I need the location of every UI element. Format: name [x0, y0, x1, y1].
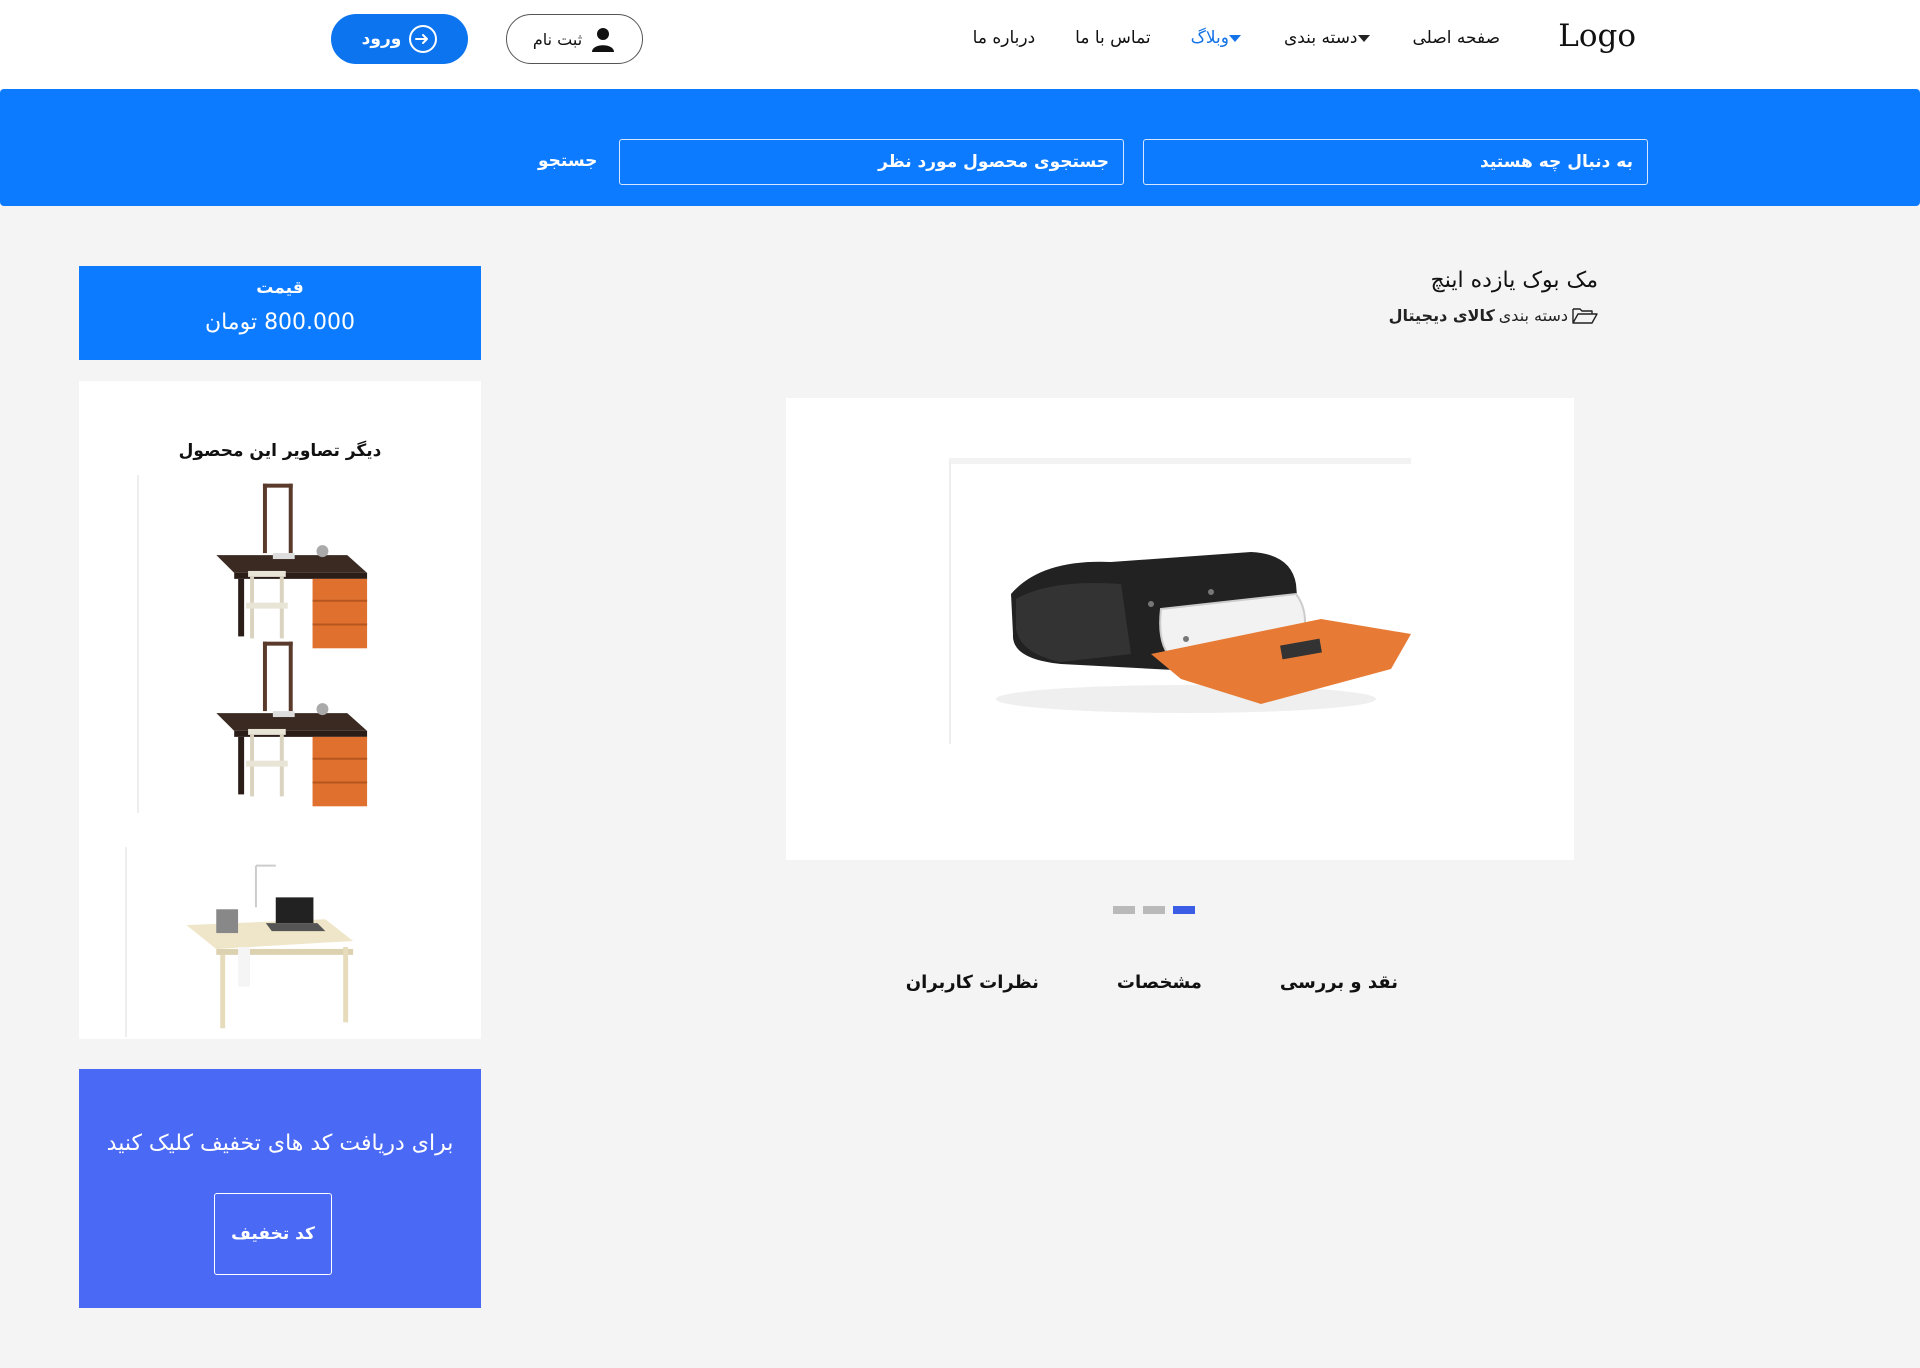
slider-dots [1113, 906, 1195, 914]
tab-specifications[interactable]: مشخصات [1117, 972, 1202, 993]
login-label: ورود [361, 29, 402, 49]
desk-with-laptop-image [186, 864, 354, 1029]
nav-item-home[interactable]: صفحه اصلی [1413, 28, 1500, 48]
promo-text: برای دریافت کد های تخفیف کلیک کنید [106, 1131, 454, 1156]
tab-review[interactable]: نقد و بررسی [1280, 972, 1398, 993]
logo[interactable]: Logo [1558, 18, 1636, 54]
discount-promo: برای دریافت کد های تخفیف کلیک کنید کد تخ… [79, 1069, 481, 1308]
nav-item-label: صفحه اصلی [1412, 28, 1500, 48]
tab-user-comments[interactable]: نظرات کاربران [906, 972, 1039, 993]
gallery-thumbnail[interactable] [137, 633, 377, 813]
nav-item-blog[interactable]: وبلاگ [1191, 28, 1244, 48]
search-product-input[interactable] [619, 139, 1124, 185]
product-main-image[interactable] [949, 458, 1411, 744]
discount-code-button[interactable]: کد تخفیف [214, 1193, 332, 1275]
category-prefix: دسته بندی [1498, 306, 1568, 325]
gallery-thumbnail[interactable] [137, 475, 377, 655]
nav-item-categories[interactable]: دسته بندی [1284, 28, 1373, 48]
desk-with-chair-image [216, 641, 368, 807]
search-what-input[interactable] [1143, 139, 1648, 185]
search-bar: جستجو [0, 89, 1920, 206]
nav-item-contact[interactable]: تماس با ما [1075, 28, 1151, 48]
price-box: قیمت 800.000 تومان [79, 266, 481, 360]
nav-item-label: وبلاگ [1190, 28, 1229, 48]
nav-item-about[interactable]: درباره ما [973, 28, 1036, 48]
laptop-bag-image [996, 552, 1411, 713]
site-header: Logo صفحه اصلی دسته بندی وبلاگ تماس با م… [0, 0, 1920, 89]
login-button[interactable]: ورود [331, 14, 468, 64]
nav-item-label: درباره ما [972, 28, 1036, 48]
slider-dot-active[interactable] [1173, 906, 1195, 914]
sign-in-icon [409, 25, 438, 53]
caret-down-icon [1228, 34, 1241, 42]
nav-item-label: دسته بندی [1283, 28, 1358, 48]
product-tabs: نقد و بررسی مشخصات نظرات کاربران [906, 972, 1398, 993]
slider-dot[interactable] [1143, 906, 1165, 914]
main-nav: صفحه اصلی دسته بندی وبلاگ تماس با ما درب… [973, 28, 1500, 48]
nav-item-label: تماس با ما [1075, 28, 1151, 48]
register-label: ثبت نام [532, 29, 583, 49]
gallery-title: دیگر تصاویر این محصول [178, 441, 382, 461]
price-value: 800.000 تومان [204, 310, 356, 335]
slider-dot[interactable] [1113, 906, 1135, 914]
desk-with-chair-image [216, 483, 368, 649]
gallery-thumbnail[interactable] [125, 847, 365, 1037]
price-label: قیمت [256, 278, 304, 298]
search-button[interactable]: جستجو [538, 151, 597, 171]
product-category: دسته بندی کالای دیجیتال [1389, 306, 1598, 325]
user-icon [592, 28, 615, 52]
product-image-slider [786, 398, 1574, 860]
register-button[interactable]: ثبت نام [506, 14, 643, 64]
category-link[interactable]: کالای دیجیتال [1389, 306, 1495, 325]
folder-open-icon [1572, 307, 1598, 324]
caret-down-icon [1357, 34, 1370, 42]
product-title: مک بوک یازده اینچ [1430, 268, 1598, 293]
product-gallery: دیگر تصاویر این محصول [79, 381, 481, 1039]
